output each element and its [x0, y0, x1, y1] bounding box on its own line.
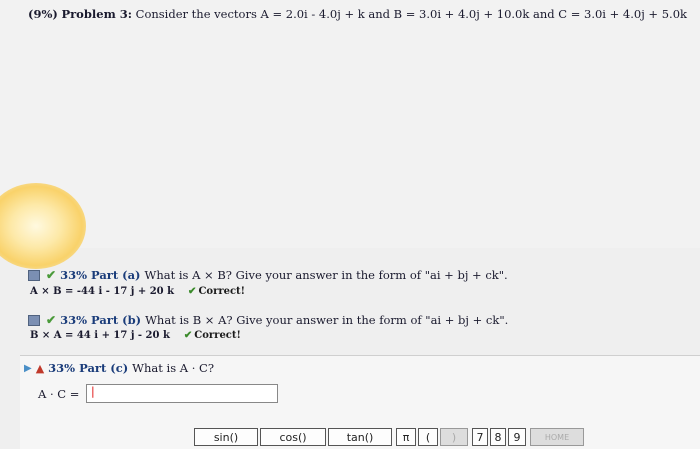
- right-paren-button[interactable]: ): [440, 428, 468, 446]
- part-a-question: What is A × B? Give your answer in the f…: [144, 268, 508, 282]
- part-c-input-label: A · C =: [38, 387, 80, 401]
- part-c-header[interactable]: ▶ ▲ 33% Part (c) What is A · C?: [24, 361, 214, 375]
- tan-button[interactable]: tan(): [328, 428, 392, 446]
- problem-statement: (9%) Problem 3: Consider the vectors A =…: [28, 7, 687, 21]
- part-c-percent: 33%: [48, 361, 76, 375]
- part-c-label: Part (c): [79, 361, 129, 375]
- sin-button[interactable]: sin(): [194, 428, 258, 446]
- part-b-status-text: Correct!: [194, 330, 241, 341]
- part-b-answer: B × A = 44 i + 17 j - 20 k: [30, 330, 170, 341]
- part-b-answer-row: B × A = 44 i + 17 j - 20 k ✔ Correct!: [30, 330, 241, 341]
- pi-button[interactable]: π: [396, 428, 416, 446]
- problem-statement-text: Consider the vectors A = 2.0i - 4.0j + k…: [135, 7, 687, 21]
- part-b-label: Part (b): [91, 313, 142, 327]
- tick-icon: ✔: [183, 330, 193, 341]
- problem-percent: (9%): [28, 7, 58, 21]
- part-a-status-text: Correct!: [198, 286, 246, 297]
- home-button[interactable]: HOME: [530, 428, 584, 446]
- cos-button[interactable]: cos(): [260, 428, 326, 446]
- part-a-answer-row: A × B = -44 i - 17 j + 20 k ✔ Correct!: [30, 286, 245, 297]
- eight-button[interactable]: 8: [490, 428, 506, 446]
- seven-button[interactable]: 7: [472, 428, 488, 446]
- part-b-percent: 33%: [60, 313, 87, 327]
- part-b-header[interactable]: ✔ 33% Part (b) What is B × A? Give your …: [28, 313, 508, 327]
- part-a-percent: 33%: [60, 268, 87, 282]
- hint-icon[interactable]: [28, 269, 40, 281]
- part-a-answer: A × B = -44 i - 17 j + 20 k: [30, 286, 175, 297]
- check-icon: ✔: [46, 268, 57, 282]
- play-icon[interactable]: ▶: [24, 363, 32, 374]
- warning-icon: ▲: [35, 361, 45, 375]
- nine-button[interactable]: 9: [508, 428, 526, 446]
- problem-title: Problem 3:: [61, 7, 132, 21]
- left-paren-button[interactable]: (: [418, 428, 438, 446]
- part-a-label: Part (a): [91, 268, 141, 282]
- part-a-header[interactable]: ✔ 33% Part (a) What is A × B? Give your …: [28, 268, 508, 282]
- check-icon: ✔: [46, 313, 57, 327]
- part-b-question: What is B × A? Give your answer in the f…: [145, 313, 509, 327]
- answer-input[interactable]: |: [86, 384, 278, 403]
- hint-icon[interactable]: [28, 314, 40, 326]
- part-b-status: ✔ Correct!: [184, 330, 241, 341]
- problem-header: [0, 0, 700, 248]
- tick-icon: ✔: [188, 286, 197, 297]
- part-a-status: ✔ Correct!: [188, 286, 245, 297]
- part-c-question: What is A · C?: [132, 361, 215, 375]
